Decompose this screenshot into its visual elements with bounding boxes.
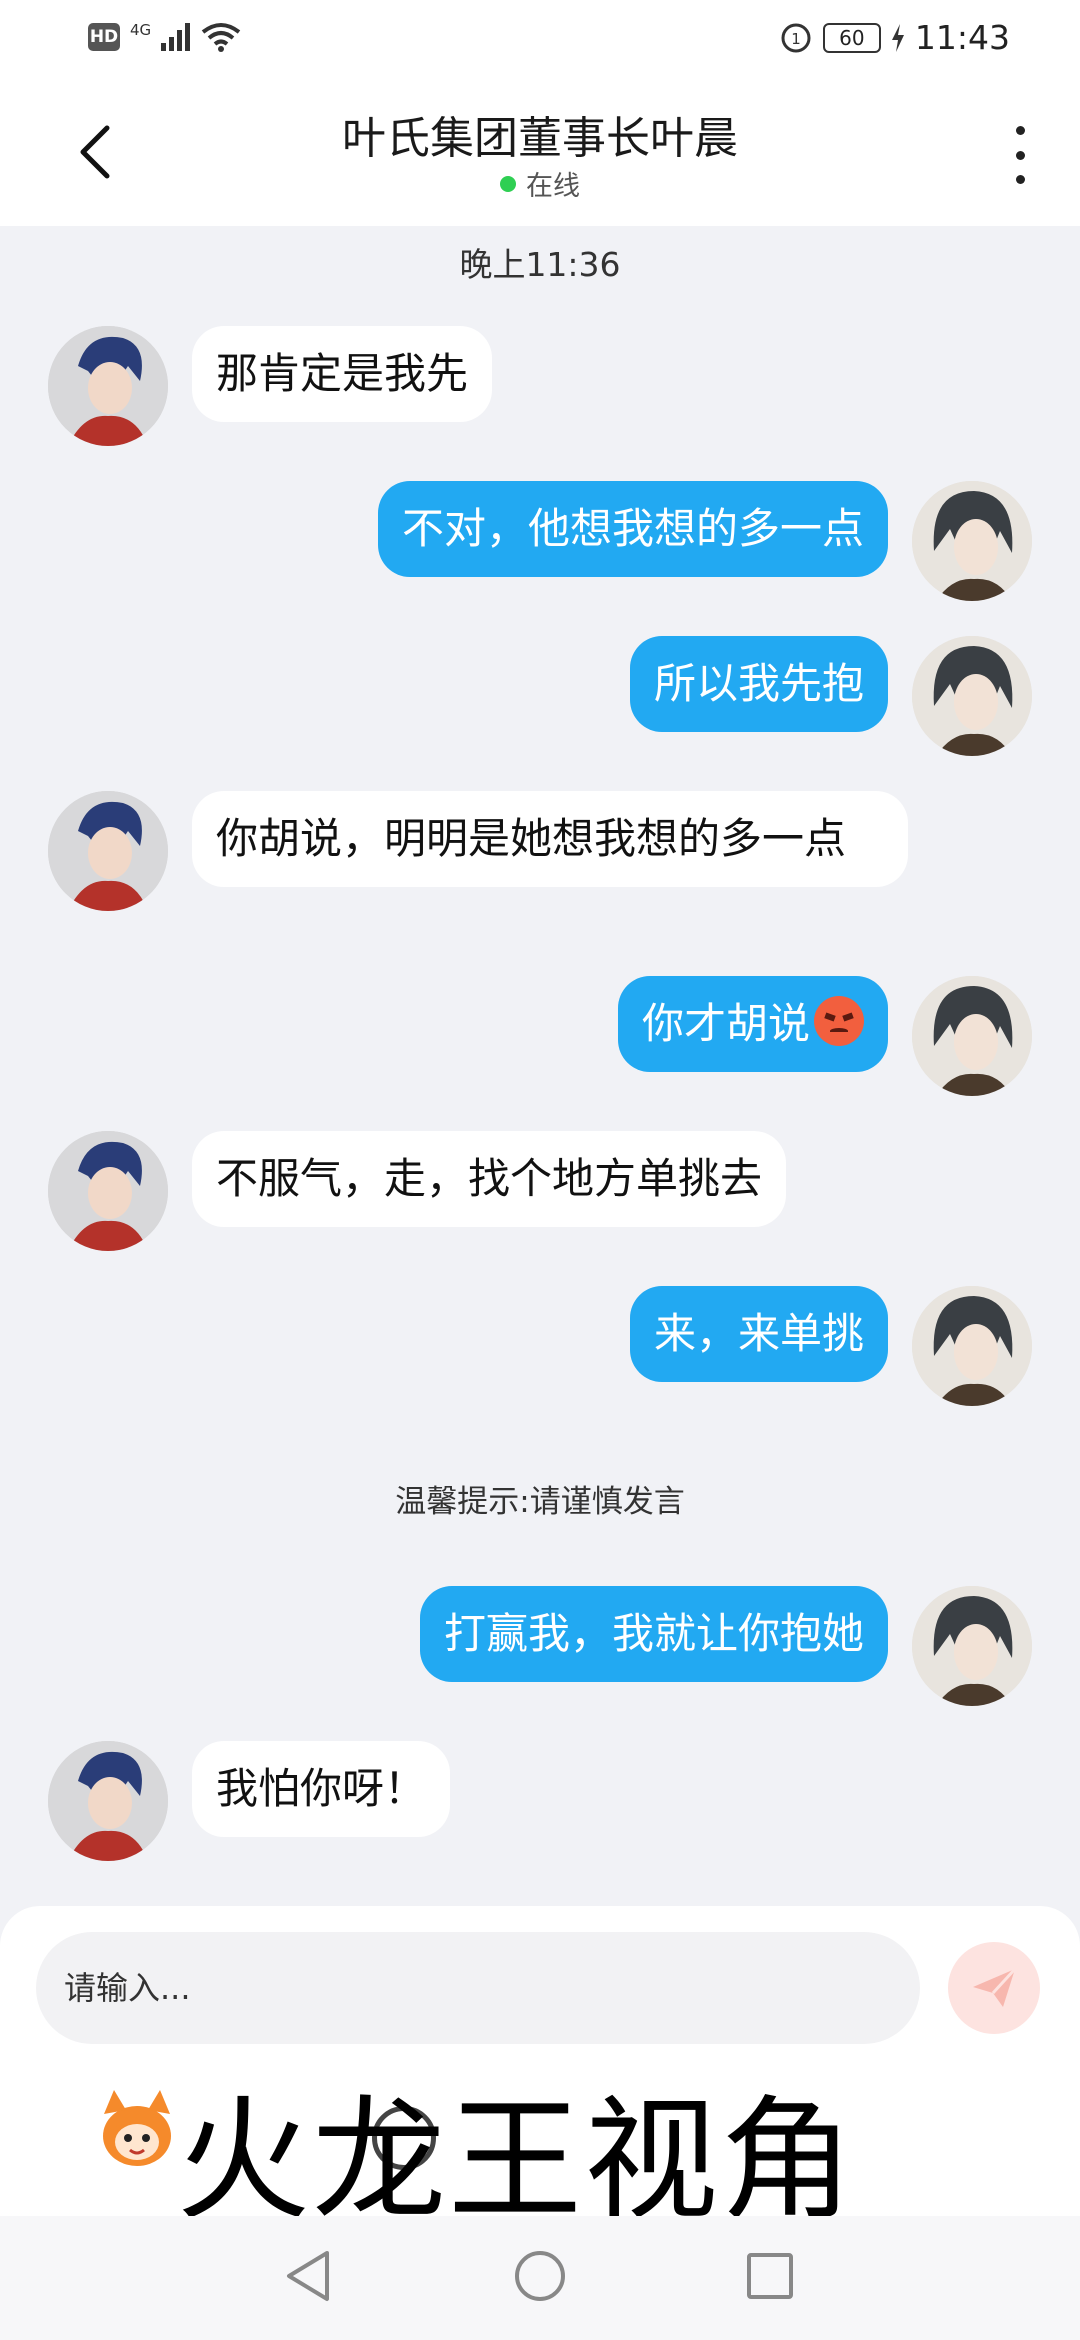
signal-icon <box>161 23 191 51</box>
message-bubble[interactable]: 不对，他想我想的多一点 <box>377 481 888 577</box>
contact-avatar[interactable] <box>48 326 168 446</box>
battery-indicator: 60 <box>822 22 881 53</box>
composer-panel: 火龙王视角 <box>0 1906 1080 2239</box>
dot-icon <box>1015 175 1025 184</box>
avatar-portrait-icon <box>48 791 168 911</box>
message-bubble[interactable]: 不服气，走，找个地方单挑去 <box>192 1131 787 1227</box>
user-avatar[interactable] <box>912 1586 1032 1706</box>
circle-home-icon <box>515 2251 565 2301</box>
paper-plane-icon <box>973 1967 1017 2007</box>
user-avatar[interactable] <box>912 481 1032 601</box>
online-dot-icon <box>500 175 516 192</box>
user-avatar[interactable] <box>912 636 1032 756</box>
network-label: 4G <box>130 21 152 39</box>
status-bar: HD 4G 1 60 11:43 <box>0 0 1080 80</box>
contact-avatar[interactable] <box>48 1131 168 1251</box>
mascot-logo-icon <box>103 2090 171 2166</box>
nav-back-button[interactable] <box>278 2246 338 2306</box>
avatar-portrait-icon <box>912 1586 1032 1706</box>
system-hint: 温馨提示:请谨慎发言 <box>395 1484 685 1520</box>
charging-icon <box>891 23 904 52</box>
status-left: HD 4G <box>88 21 241 52</box>
avatar-portrait-icon <box>912 1286 1032 1406</box>
square-recents-icon <box>747 2253 793 2299</box>
contact-avatar[interactable] <box>48 791 168 911</box>
avatar-portrait-icon <box>48 1131 168 1251</box>
send-button[interactable] <box>948 1942 1040 2034</box>
nav-recents-button[interactable] <box>740 2246 800 2306</box>
wifi-icon <box>201 23 241 52</box>
time-separator: 晚上11:36 <box>459 245 621 284</box>
message-bubble[interactable]: 来，来单挑 <box>629 1286 888 1382</box>
avatar-portrait-icon <box>912 481 1032 601</box>
nav-home-button[interactable] <box>510 2246 570 2306</box>
presence-status: 在线 <box>0 164 1080 203</box>
system-nav-bar <box>0 2216 1080 2340</box>
message-bubble[interactable]: 你胡说，明明是她想我想的多一点 <box>192 791 908 887</box>
avatar-portrait-icon <box>48 1741 168 1861</box>
avatar-portrait-icon <box>48 326 168 446</box>
message-input[interactable] <box>36 1932 920 2044</box>
message-bubble[interactable]: 那肯定是我先 <box>192 326 493 422</box>
message-list[interactable]: 晚上11:36 那肯定是我先 不对，他想我想的多一点 所以我先抱 你胡说，明明是… <box>0 226 1080 1906</box>
clock: 11:43 <box>914 18 1010 57</box>
chat-title: 叶氏集团董事长叶晨 <box>342 113 738 164</box>
avatar-portrait-icon <box>912 976 1032 1096</box>
message-text: 你才胡说 <box>641 999 810 1048</box>
dot-icon <box>1015 150 1025 160</box>
message-bubble[interactable]: 所以我先抱 <box>629 636 888 732</box>
contact-avatar[interactable] <box>48 1741 168 1861</box>
hd-badge: HD <box>88 23 120 51</box>
message-bubble[interactable]: 你才胡说 <box>617 976 888 1072</box>
avatar-portrait-icon <box>912 636 1032 756</box>
presence-label: 在线 <box>526 171 580 202</box>
message-bubble[interactable]: 我怕你呀！ <box>192 1741 451 1837</box>
chat-header: 叶氏集团董事长叶晨 在线 <box>0 80 1080 226</box>
user-avatar[interactable] <box>912 976 1032 1096</box>
dot-icon <box>1015 126 1025 135</box>
user-avatar[interactable] <box>912 1286 1032 1406</box>
message-bubble[interactable]: 打赢我，我就让你抱她 <box>419 1586 888 1682</box>
angry-face-icon <box>814 996 864 1046</box>
more-options-button[interactable] <box>1000 120 1040 190</box>
status-right: 1 60 11:43 <box>779 18 1010 57</box>
data-saver-icon: 1 <box>781 23 811 52</box>
triangle-back-icon <box>287 2251 329 2301</box>
svg-text:1: 1 <box>791 30 801 48</box>
